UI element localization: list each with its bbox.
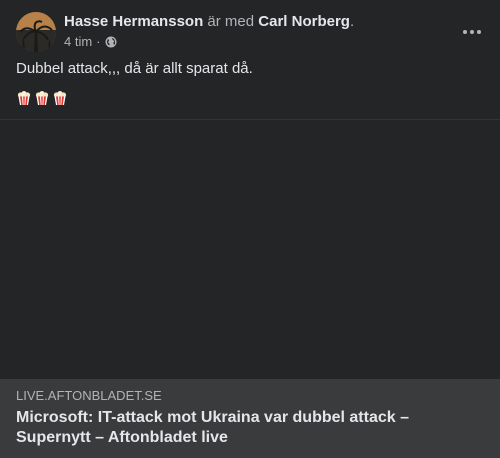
punctuation: . [349, 13, 355, 30]
popcorn-icon [35, 91, 49, 105]
link-title[interactable]: Microsoft: IT-attack mot Ukraina var dub… [16, 408, 484, 448]
more-options-icon[interactable] [460, 20, 484, 44]
facebook-post: Hasse Hermansson är med Carl Norberg. 4 … [0, 0, 500, 458]
post-header: Hasse Hermansson är med Carl Norberg. 4 … [16, 12, 484, 52]
tagged-name[interactable]: Carl Norberg [258, 13, 350, 30]
post-author-line: Hasse Hermansson är med Carl Norberg. [64, 13, 354, 31]
popcorn-icon [17, 91, 31, 105]
post-meta: 4 tim · [64, 34, 117, 50]
more-dot [477, 30, 481, 34]
more-dot [470, 30, 474, 34]
with-text: är med [207, 13, 255, 30]
post-text: Dubbel attack,,, då är allt sparat då. [16, 60, 253, 77]
post-emojis [16, 90, 68, 106]
author-name[interactable]: Hasse Hermansson [64, 13, 203, 30]
link-domain: LIVE.AFTONBLADET.SE [16, 388, 162, 403]
avatar[interactable] [16, 12, 56, 52]
more-dot [463, 30, 467, 34]
link-preview-image[interactable] [0, 120, 500, 379]
post-time[interactable]: 4 tim [64, 34, 92, 50]
avatar-image [16, 12, 56, 52]
globe-icon [105, 36, 117, 48]
popcorn-icon [53, 91, 67, 105]
link-preview[interactable]: LIVE.AFTONBLADET.SE Microsoft: IT-attack… [0, 379, 500, 458]
meta-separator: · [96, 34, 101, 49]
